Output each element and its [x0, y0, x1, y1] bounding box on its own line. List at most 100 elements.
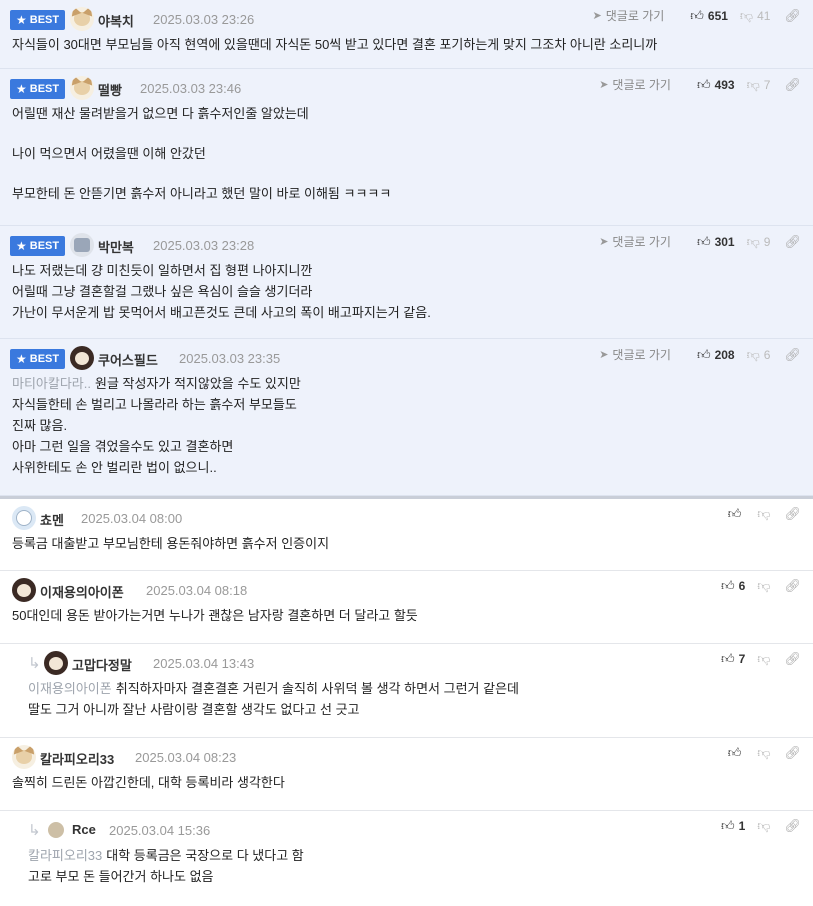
comment-author[interactable]: 칼라피오리33 [40, 749, 114, 768]
dislike-button[interactable]: 👎︎ [757, 745, 770, 761]
thumbs-up-icon: 👍︎ [690, 7, 704, 23]
comment-item: ★ BEST 떨빵 2025.03.03 23:46 ➤ 댓글로 가기 👍︎ 493 … [0, 69, 813, 226]
thumbs-up-icon: 👍︎ [696, 346, 711, 362]
avatar[interactable] [48, 822, 64, 838]
comment-author[interactable]: 야복치 [98, 11, 134, 30]
dislike-button[interactable]: 👎︎ 9 [747, 234, 771, 250]
comment-item: ★ BEST 박만복 2025.03.03 23:28 ➤ 댓글로 가기 👍︎ 301… [0, 226, 813, 339]
link-icon[interactable]: 🔗︎ [784, 745, 801, 761]
thumbs-down-icon: 👎︎ [757, 818, 771, 833]
dislike-button[interactable]: 👎︎ [757, 506, 770, 522]
like-button[interactable]: 👍︎ 493 [697, 77, 735, 93]
thumbs-up-icon: 👍︎ [727, 745, 742, 760]
thumbs-down-icon: 👎︎ [746, 233, 760, 249]
thumbs-down-icon: 👎︎ [757, 506, 771, 521]
avatar[interactable] [70, 346, 94, 370]
goto-comment-link[interactable]: ➤ 댓글로 가기 [593, 7, 665, 24]
comment-date: 2025.03.04 13:43 [153, 656, 255, 671]
thumbs-up-icon: 👍︎ [727, 506, 742, 521]
like-button[interactable]: 👍︎ 1 [721, 818, 745, 834]
comment-item: 쵸멘 2025.03.04 08:00 👍︎ 👎︎ 🔗︎ 등록금 대출받고 부모… [0, 496, 813, 571]
like-button[interactable]: 👍︎ 6 [721, 578, 745, 594]
avatar[interactable] [70, 233, 94, 257]
comment-date: 2025.03.04 08:00 [81, 511, 183, 526]
dislike-button[interactable]: 👎︎ 6 [747, 347, 771, 363]
goto-comment-link[interactable]: ➤ 댓글로 가기 [599, 76, 671, 93]
comment-body: 칼라피오리33 대학 등록금은 국장으로 다 냈다고 함 고로 부모 돈 들어간거… [28, 848, 304, 884]
like-button[interactable]: 👍︎ 208 [697, 347, 735, 363]
thumbs-up-icon: 👍︎ [696, 233, 711, 249]
navigate-icon: ➤ [599, 79, 609, 91]
best-badge: ★ BEST [10, 349, 66, 369]
reply-item: ↳ 고맙다정말 2025.03.04 13:43 👍︎ 7 👎︎ 🔗︎ 이재용의아… [0, 644, 813, 738]
comment-list: ★ BEST 야복치 2025.03.03 23:26 ➤ 댓글로 가기 👍︎ 651… [0, 0, 813, 903]
thumbs-down-icon: 👎︎ [757, 578, 771, 593]
dislike-button[interactable]: 👎︎ 41 [740, 8, 771, 24]
comment-author[interactable]: 쿠어스필드 [98, 350, 158, 369]
dislike-button[interactable]: 👎︎ [757, 651, 770, 667]
comment-date: 2025.03.03 23:46 [140, 81, 242, 96]
comment-body: 나도 저랬는데 걍 미친듯이 일하면서 집 형편 나아지니깐 어릴때 그냥 결혼… [12, 263, 431, 320]
mention-link[interactable]: 이재용의아이폰 [28, 681, 112, 696]
goto-comment-link[interactable]: ➤ 댓글로 가기 [599, 233, 671, 250]
navigate-icon: ➤ [592, 10, 602, 22]
star-icon: ★ [16, 239, 27, 253]
link-icon[interactable]: 🔗︎ [784, 651, 801, 667]
thumbs-up-icon: 👍︎ [696, 76, 711, 92]
comment-date: 2025.03.03 23:28 [153, 238, 255, 253]
dislike-button[interactable]: 👎︎ [757, 818, 770, 834]
avatar[interactable] [70, 7, 94, 31]
comment-body: 50대인데 용돈 받아가는거면 누나가 괜찮은 남자랑 결혼하면 더 달라고 할… [12, 608, 418, 623]
avatar[interactable] [12, 506, 36, 530]
link-icon[interactable]: 🔗︎ [784, 234, 801, 250]
link-icon[interactable]: 🔗︎ [784, 347, 801, 363]
comment-date: 2025.03.04 08:23 [135, 750, 237, 765]
comment-date: 2025.03.03 23:26 [153, 12, 255, 27]
mention-link[interactable]: 마티아칼다라.. [12, 376, 91, 391]
link-icon[interactable]: 🔗︎ [784, 8, 801, 24]
link-icon[interactable]: 🔗︎ [784, 578, 801, 594]
thumbs-down-icon: 👎︎ [746, 76, 760, 92]
comment-item: 칼라피오리33 2025.03.04 08:23 👍︎ 👎︎ 🔗︎ 솔찍히 드린… [0, 738, 813, 811]
comment-item: 이재용의아이폰 2025.03.04 08:18 👍︎ 6 👎︎ 🔗︎ 50대인데… [0, 571, 813, 644]
mention-link[interactable]: 칼라피오리33 [28, 848, 102, 863]
like-button[interactable]: 👍︎ [728, 745, 746, 761]
link-icon[interactable]: 🔗︎ [784, 77, 801, 93]
comment-author[interactable]: 쵸멘 [40, 510, 64, 529]
thumbs-down-icon: 👎︎ [746, 346, 760, 362]
navigate-icon: ➤ [599, 349, 609, 361]
avatar[interactable] [70, 76, 94, 100]
comment-author[interactable]: 떨빵 [98, 80, 122, 99]
like-button[interactable]: 👍︎ [728, 506, 746, 522]
thumbs-down-icon: 👎︎ [757, 651, 771, 666]
best-badge: ★ BEST [10, 236, 66, 256]
best-badge: ★ BEST [10, 79, 66, 99]
comment-body: 자식들이 30대면 부모님들 아직 현역에 있을땐데 자식돈 50씩 받고 있다… [12, 37, 658, 52]
reply-arrow-icon: ↳ [28, 822, 41, 839]
reply-item: ↳ Rce 2025.03.04 15:36 👍︎ 1 👎︎ 🔗︎ 칼라피오리33… [0, 811, 813, 903]
comment-body: 솔찍히 드린돈 아깝긴한데, 대학 등록비라 생각한다 [12, 775, 285, 790]
thumbs-up-icon: 👍︎ [721, 818, 735, 833]
star-icon: ★ [16, 352, 27, 366]
star-icon: ★ [16, 82, 27, 96]
link-icon[interactable]: 🔗︎ [784, 506, 801, 522]
like-button[interactable]: 👍︎ 7 [721, 651, 745, 667]
comment-date: 2025.03.03 23:35 [179, 351, 281, 366]
comment-author[interactable]: 고맙다정말 [72, 655, 132, 674]
avatar[interactable] [44, 651, 68, 675]
comment-date: 2025.03.04 15:36 [109, 823, 211, 838]
like-button[interactable]: 👍︎ 651 [690, 8, 728, 24]
comment-body: 이재용의아이폰 취직하자마자 결혼결혼 거린거 솔직히 사위덕 볼 생각 하면서 … [28, 681, 520, 717]
comment-author[interactable]: 박만복 [98, 237, 134, 256]
avatar[interactable] [12, 578, 36, 602]
dislike-button[interactable]: 👎︎ 7 [747, 77, 771, 93]
like-button[interactable]: 👍︎ 301 [697, 234, 735, 250]
goto-comment-link[interactable]: ➤ 댓글로 가기 [599, 346, 671, 363]
link-icon[interactable]: 🔗︎ [784, 818, 801, 834]
comment-author[interactable]: Rce [72, 822, 96, 837]
reply-arrow-icon: ↳ [28, 655, 41, 672]
avatar[interactable] [12, 745, 36, 769]
comment-body: 마티아칼다라.. 원글 작성자가 적지않았을 수도 있지만 자식들한테 손 벌리고… [12, 376, 301, 475]
dislike-button[interactable]: 👎︎ [757, 578, 770, 594]
comment-author[interactable]: 이재용의아이폰 [40, 582, 124, 601]
